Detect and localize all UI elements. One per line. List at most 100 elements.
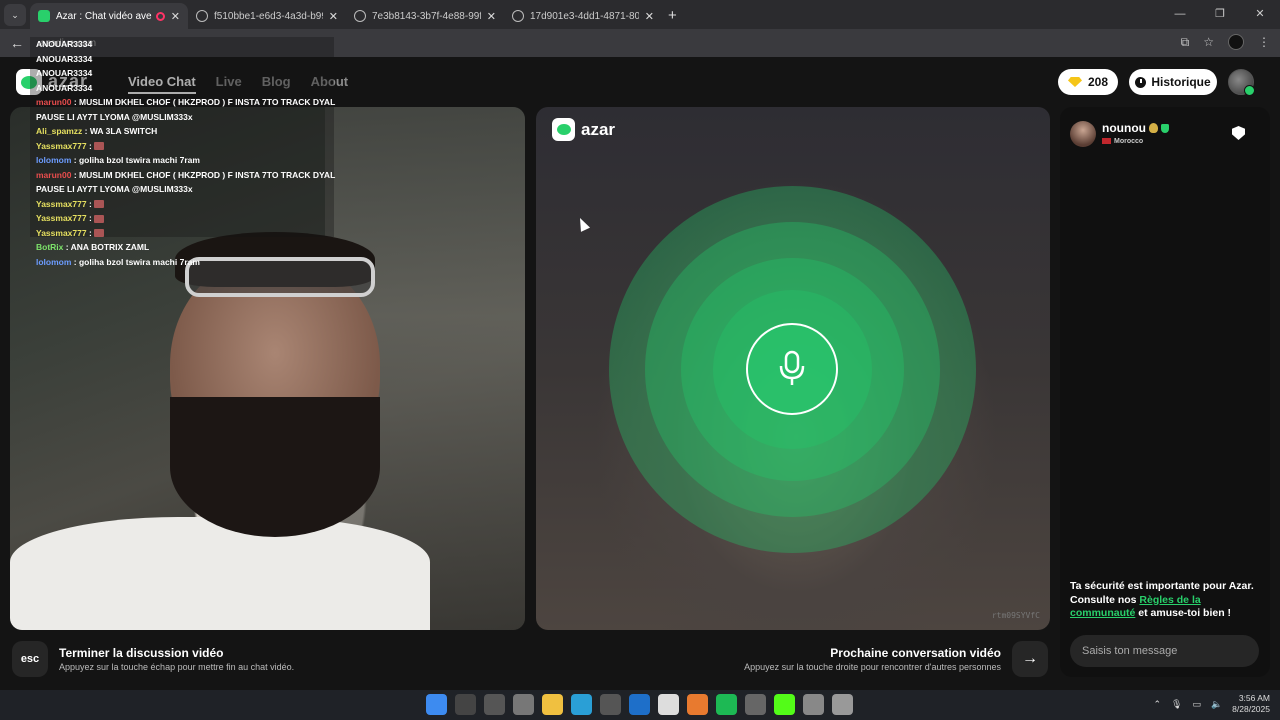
- stream-chat-line: marun00 : MUSLIM DKHEL CHOF ( HKZPROD ) …: [30, 168, 336, 183]
- tab-search-button[interactable]: ⌄: [4, 4, 26, 26]
- chevron-up-icon[interactable]: ⌃: [1153, 699, 1161, 710]
- microphone-icon: [779, 350, 805, 385]
- chat-username: lolomom: [36, 155, 72, 165]
- next-chat-subtitle: Appuyez sur la touche droite pour rencon…: [744, 662, 1001, 672]
- app-icon[interactable]: [832, 694, 853, 715]
- user-avatar[interactable]: [1228, 69, 1255, 96]
- recording-icon: [155, 11, 165, 21]
- morocco-flag-icon: [1102, 138, 1111, 144]
- obs-icon[interactable]: [745, 694, 766, 715]
- peer-avatar[interactable]: [1070, 121, 1096, 147]
- close-window-icon[interactable]: ✕: [1240, 0, 1280, 28]
- back-arrow-icon[interactable]: ←: [10, 35, 24, 51]
- minimize-icon[interactable]: —: [1160, 0, 1200, 28]
- message-input[interactable]: [1070, 635, 1259, 667]
- calculator-icon[interactable]: [803, 694, 824, 715]
- gems-count: 208: [1087, 75, 1109, 89]
- emote-icon: [94, 200, 105, 209]
- bookmark-star-icon[interactable]: ☆: [1203, 35, 1214, 49]
- peer-country-row: Morocco: [1102, 138, 1143, 145]
- chat-message: :: [88, 198, 92, 209]
- microphone-button[interactable]: [746, 323, 838, 415]
- file-explorer-icon[interactable]: [542, 694, 563, 715]
- browser-tab-strip: ⌄ Azar : Chat vidéo avec de n ✕ f510bbe1…: [0, 0, 1280, 29]
- history-button[interactable]: Historique: [1129, 69, 1217, 95]
- chat-message: : MUSLIM DKHEL CHOF ( HKZPROD ) F INSTA …: [73, 169, 336, 180]
- close-tab-icon[interactable]: ✕: [645, 10, 654, 23]
- gem-icon: [1067, 77, 1082, 87]
- report-icon[interactable]: [1232, 126, 1245, 140]
- network-icon[interactable]: ▭: [1192, 699, 1201, 710]
- system-tray: ⌃ 🎙 ▭ 🔈 3:56 AM 8/28/2025: [1153, 693, 1270, 715]
- search-icon[interactable]: [455, 694, 476, 715]
- chat-side-panel: nounou Morocco Ta sécurité est important…: [1060, 107, 1270, 677]
- windows-taskbar: ⌃ 🎙 ▭ 🔈 3:56 AM 8/28/2025: [0, 690, 1280, 720]
- chat-message: PAUSE LI AY7T LYOMA @MUSLIM333x: [36, 184, 193, 194]
- chat-username: Yassmax777: [36, 227, 87, 238]
- task-view-icon[interactable]: [484, 694, 505, 715]
- close-tab-icon[interactable]: ✕: [171, 10, 180, 23]
- stream-chat-line: Yassmax777 :: [30, 211, 334, 226]
- browser-tab-2[interactable]: f510bbe1-e6d3-4a3d-b997-5ca ✕: [188, 3, 346, 29]
- cast-icon[interactable]: ⧉: [1181, 35, 1190, 50]
- chat-username: BotRix: [36, 242, 64, 252]
- stream-chat-line: ANOUAR3334: [30, 52, 334, 67]
- chat-username: ANOUAR3334: [36, 53, 93, 64]
- stream-chat-line: PAUSE LI AY7T LYOMA @MUSLIM333x: [30, 182, 334, 197]
- chat-message: :: [88, 213, 92, 223]
- next-arrow-button[interactable]: →: [1012, 641, 1048, 677]
- stream-chat-overlay: ANOUAR3334 ANOUAR3334 ANOUAR3334 ANOUAR3…: [30, 37, 336, 270]
- verified-shield-icon: [1160, 124, 1169, 133]
- close-tab-icon[interactable]: ✕: [329, 10, 338, 23]
- chat-message: : goliha bzol tswira machi 7ram: [73, 155, 200, 165]
- kick-icon[interactable]: [774, 694, 795, 715]
- edge-icon[interactable]: [571, 694, 592, 715]
- chat-username: ANOUAR3334: [36, 68, 93, 78]
- end-chat-title: Terminer la discussion vidéo: [59, 646, 224, 660]
- taskbar-apps: [426, 694, 853, 715]
- profile-icon[interactable]: [1228, 34, 1244, 50]
- tab-title: 17d901e3-4dd1-4871-8079-bf6: [530, 10, 639, 22]
- stream-chat-line: BotRix : ANA BOTRIX ZAML: [30, 240, 334, 255]
- chat-message: :: [88, 140, 92, 151]
- chat-username: Yassmax777: [36, 140, 87, 151]
- mic-tray-icon[interactable]: 🎙: [1171, 699, 1182, 710]
- chat-username: lolomom: [36, 256, 72, 267]
- close-tab-icon[interactable]: ✕: [487, 10, 496, 23]
- stream-chat-line: ANOUAR3334: [30, 37, 334, 52]
- emote-icon: [94, 142, 105, 151]
- person-beard: [170, 397, 380, 537]
- stream-chat-line: Yassmax777 :: [30, 197, 334, 212]
- store-icon[interactable]: [600, 694, 621, 715]
- emote-icon: [94, 214, 105, 223]
- volume-icon[interactable]: 🔈: [1211, 699, 1222, 710]
- new-tab-button[interactable]: +: [668, 7, 677, 24]
- history-label: Historique: [1151, 75, 1211, 89]
- chat-username: Yassmax777: [36, 198, 87, 209]
- person-shirt: [10, 517, 430, 630]
- chat-username: ANOUAR3334: [36, 39, 93, 49]
- browser-tab-azar[interactable]: Azar : Chat vidéo avec de n ✕: [30, 3, 188, 29]
- chat-message: : MUSLIM DKHEL CHOF ( HKZPROD ) F INSTA …: [73, 97, 336, 107]
- restore-icon[interactable]: ❐: [1200, 0, 1240, 28]
- outlook-icon[interactable]: [629, 694, 650, 715]
- esc-key-button[interactable]: esc: [12, 641, 48, 677]
- spotify-icon[interactable]: [716, 694, 737, 715]
- tab-title: f510bbe1-e6d3-4a3d-b997-5ca: [214, 10, 323, 22]
- gems-button[interactable]: 208: [1058, 69, 1118, 95]
- next-chat-title: Prochaine conversation vidéo: [830, 646, 1001, 660]
- chrome-icon[interactable]: [658, 694, 679, 715]
- azar-watermark: azar: [552, 118, 615, 141]
- settings-gear-icon[interactable]: [513, 694, 534, 715]
- badge-icon: [1148, 123, 1158, 133]
- chat-message: PAUSE LI AY7T LYOMA @MUSLIM333x: [36, 111, 193, 122]
- kebab-menu-icon[interactable]: ⋮: [1258, 35, 1270, 49]
- browser-tab-3[interactable]: 7e3b8143-3b7f-4e88-99f5-62d ✕: [346, 3, 504, 29]
- app-icon[interactable]: [687, 694, 708, 715]
- clock[interactable]: 3:56 AM 8/28/2025: [1232, 693, 1270, 715]
- peer-country: Morocco: [1114, 138, 1144, 145]
- tab-title: 7e3b8143-3b7f-4e88-99f5-62d: [372, 10, 481, 22]
- start-icon[interactable]: [426, 694, 447, 715]
- browser-tab-4[interactable]: 17d901e3-4dd1-4871-8079-bf6 ✕: [504, 3, 662, 29]
- stream-chat-line: lolomom : goliha bzol tswira machi 7ram: [30, 255, 334, 270]
